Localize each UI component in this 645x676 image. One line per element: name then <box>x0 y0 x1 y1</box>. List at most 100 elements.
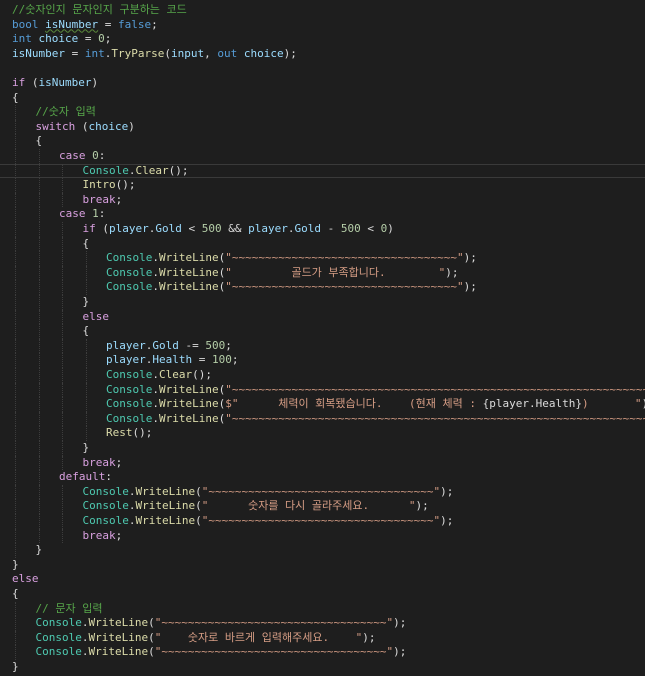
token-pl: ( <box>95 222 109 235</box>
code-line[interactable]: default: <box>0 470 645 485</box>
token-fn: WriteLine <box>88 616 149 630</box>
code-line[interactable]: { <box>0 91 645 106</box>
token-fn: WriteLine <box>135 484 196 498</box>
indent-guide <box>15 616 16 631</box>
code-line[interactable]: player.Health = 100; <box>0 353 645 368</box>
token-type: Console <box>106 368 153 381</box>
code-text: // 문자 입력 <box>36 602 103 617</box>
code-text: else <box>83 310 110 325</box>
code-line[interactable]: else <box>0 309 645 325</box>
token-pl: } <box>82 295 90 308</box>
code-line[interactable]: Rest(); <box>0 426 645 441</box>
code-line[interactable]: break; <box>0 192 645 208</box>
code-line[interactable]: Console.WriteLine("~~~~~~~~~~~~~~~~~~~~~… <box>0 280 645 295</box>
code-line[interactable]: case 1: <box>0 207 645 222</box>
code-text: player.Gold -= 500; <box>106 339 232 354</box>
indent-guide <box>38 411 40 427</box>
token-fn: Rest <box>106 426 133 440</box>
code-editor[interactable]: //숫자인지 문자인지 구분하는 코드 bool isNumber = false… <box>0 0 645 676</box>
token-pl: ; <box>115 528 123 542</box>
token-str: "~~~~~~~~~~~~~~~~~~~~~~~~~~~~~~~~~~" <box>154 645 394 659</box>
code-line[interactable]: if (isNumber) <box>0 76 645 91</box>
indent-guide <box>62 280 63 295</box>
token-type: Console <box>35 645 82 659</box>
indent-guide <box>38 163 40 179</box>
token-pl: (); <box>192 368 212 381</box>
code-line[interactable]: int choice = 0; <box>0 32 645 47</box>
indent-guide <box>38 149 40 164</box>
code-line[interactable]: Console.WriteLine("~~~~~~~~~~~~~~~~~~~~~… <box>0 251 645 266</box>
indent-guide <box>15 280 16 295</box>
code-line[interactable]: Console.WriteLine("~~~~~~~~~~~~~~~~~~~~~… <box>0 484 645 500</box>
code-line[interactable]: } <box>0 441 645 456</box>
indent-guide <box>85 251 87 266</box>
token-pl: : <box>105 470 112 484</box>
indent-guide <box>85 426 87 441</box>
code-line[interactable]: Console.WriteLine("~~~~~~~~~~~~~~~~~~~~~… <box>0 645 645 660</box>
code-line[interactable]: Console.Clear(); <box>0 163 645 179</box>
indent-guide <box>85 397 87 412</box>
indent-guide <box>15 470 16 485</box>
code-line[interactable]: Console.WriteLine("~~~~~~~~~~~~~~~~~~~~~… <box>0 514 645 529</box>
code-line[interactable]: { <box>0 324 645 339</box>
code-line[interactable]: //숫자 입력 <box>0 105 645 120</box>
code-line[interactable]: Console.WriteLine("~~~~~~~~~~~~~~~~~~~~~… <box>0 616 645 631</box>
code-line[interactable]: // 문자 입력 <box>0 601 645 617</box>
code-line[interactable]: Console.WriteLine("~~~~~~~~~~~~~~~~~~~~~… <box>0 411 645 427</box>
code-line[interactable] <box>0 61 645 76</box>
code-line[interactable]: } <box>0 295 645 310</box>
token-pl: = <box>64 46 85 60</box>
code-line[interactable]: Console.Clear(); <box>0 368 645 383</box>
token-pl: { <box>82 324 90 338</box>
token-pl: ( <box>25 76 39 89</box>
token-str: "~~~~~~~~~~~~~~~~~~~~~~~~~~~~~~~~~~~~~~~… <box>225 411 645 425</box>
indent-guide <box>15 484 16 500</box>
code-line[interactable]: break; <box>0 455 645 471</box>
indent-guide <box>38 338 40 354</box>
indent-guide <box>38 470 40 485</box>
token-pl: ); <box>463 280 477 294</box>
indent-guide <box>62 236 63 252</box>
indent-guide <box>15 265 16 281</box>
indent-guide <box>15 382 16 398</box>
code-line[interactable]: Console.WriteLine(" 숫자를 다시 골라주세요. "); <box>0 499 645 514</box>
indent-guide <box>62 353 63 368</box>
code-line[interactable]: { <box>0 587 645 602</box>
code-line[interactable]: bool isNumber = false; <box>0 18 645 33</box>
code-line[interactable]: if (player.Gold < 500 && player.Gold - 5… <box>0 222 645 237</box>
token-num: 500 <box>340 222 361 235</box>
token-pl: ); <box>362 630 376 644</box>
token-pl: , <box>204 46 218 60</box>
code-line[interactable]: } <box>0 660 645 675</box>
code-line[interactable]: Intro(); <box>0 178 645 193</box>
indent-guide <box>15 324 16 339</box>
code-line[interactable]: //숫자인지 문자인지 구분하는 코드 <box>0 3 645 18</box>
indent-guide <box>15 645 16 660</box>
indent-guide <box>15 455 16 471</box>
code-line[interactable]: Console.WriteLine(" 숫자로 바르게 입력해주세요. "); <box>0 630 645 646</box>
code-line[interactable]: } <box>0 558 645 573</box>
code-line[interactable]: Console.WriteLine(" 골드가 부족합니다. "); <box>0 265 645 281</box>
code-text: } <box>83 295 90 310</box>
code-line[interactable]: break; <box>0 528 645 544</box>
code-line[interactable]: { <box>0 236 645 252</box>
code-line[interactable]: Console.WriteLine($" 체력이 회복됐습니다. (현재 체력 … <box>0 397 645 412</box>
code-line[interactable]: { <box>0 134 645 149</box>
code-text: break; <box>83 193 123 208</box>
code-line[interactable]: else <box>0 572 645 587</box>
indent-guide <box>15 119 16 135</box>
token-pl: { <box>12 587 19 600</box>
code-text: } <box>12 660 19 675</box>
indent-guide <box>85 368 87 383</box>
token-fn: WriteLine <box>88 630 149 644</box>
code-text: } <box>36 543 43 558</box>
token-pl: ; <box>231 353 239 367</box>
token-pl: ( <box>148 645 155 659</box>
code-line[interactable]: switch (choice) <box>0 119 645 135</box>
code-line[interactable]: player.Gold -= 500; <box>0 338 645 354</box>
code-line[interactable]: } <box>0 543 645 558</box>
code-line[interactable]: Console.WriteLine("~~~~~~~~~~~~~~~~~~~~~… <box>0 382 645 398</box>
code-line[interactable]: case 0: <box>0 149 645 164</box>
token-type: Console <box>106 382 153 396</box>
code-line[interactable]: isNumber = int.TryParse(input, out choic… <box>0 47 645 62</box>
